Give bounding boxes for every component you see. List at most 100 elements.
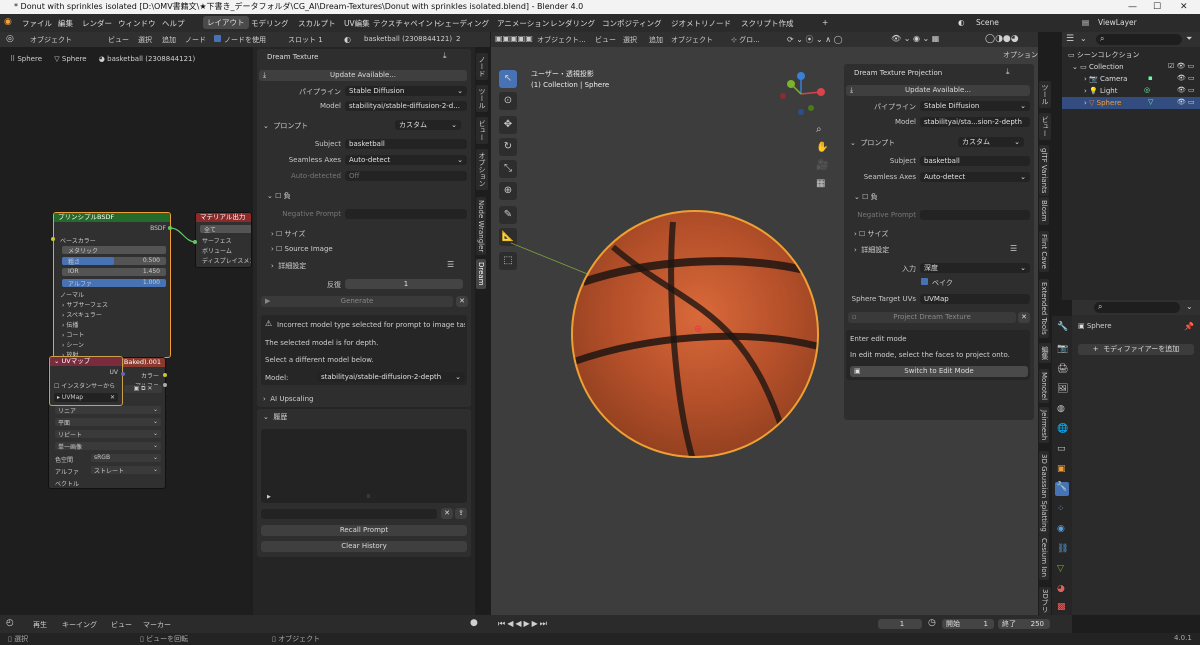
projection-download-icon[interactable]: ⤓ [1006, 67, 1010, 77]
tab-options[interactable]: オプション [476, 149, 488, 190]
projection-subject-input[interactable]: basketball [920, 156, 1030, 166]
extension-dropdown[interactable]: リピート ⌄ [55, 430, 161, 439]
material-output-node[interactable]: マテリアル出力 全て サーフェス ボリューム ディスプレイスメント [195, 212, 252, 268]
history-header[interactable]: ⌄ 履歴 [263, 412, 287, 422]
viewport-add-menu[interactable]: 追加 [649, 35, 663, 45]
viewport-select-menu[interactable]: 選択 [623, 35, 637, 45]
tab-node-wrangler[interactable]: Node Wrangler [476, 197, 486, 256]
playback-controls[interactable]: ⏮◀◀▶▶⏭ [498, 619, 549, 629]
vp-tab-view[interactable]: ビュー [1039, 113, 1051, 140]
tab-dream[interactable]: Dream [476, 259, 486, 289]
blender-logo-icon[interactable]: ◉ [4, 17, 12, 27]
workspace-tab[interactable]: モデリング [251, 18, 289, 29]
ai-upscaling-panel[interactable]: › AI Upscaling [257, 391, 471, 407]
collection-properties-icon[interactable]: ▭ [1057, 444, 1066, 454]
transmission-panel[interactable]: › 伝播 [62, 320, 78, 329]
negative-section[interactable]: ⌄ ☐ 負 [267, 191, 291, 201]
editor-type-icon[interactable]: ◎ [6, 34, 14, 44]
view-layer-icon[interactable]: 🖼 [1057, 384, 1068, 394]
menu-item[interactable]: レンダー [82, 18, 112, 29]
vp-tab-jeirmesh[interactable]: Jeirmesh [1039, 407, 1049, 444]
vp-tab-flint[interactable]: Flint Cave [1039, 231, 1049, 272]
outliner-funnel-icon[interactable]: ⏷ [1186, 34, 1192, 44]
workspace-tab[interactable]: UV編集 [344, 18, 370, 29]
uv-output-socket[interactable] [121, 372, 125, 376]
interpolation-dropdown[interactable]: リニア ⌄ [55, 406, 161, 415]
output-properties-icon[interactable]: 🖨 [1057, 364, 1068, 374]
3d-viewport[interactable]: ▣▣▣▣▣ オブジェクト... ビュー 選択 追加 オブジェクト ⊹ グロ...… [491, 32, 1038, 615]
use-nodes-checkbox[interactable] [214, 35, 221, 42]
light-data-icon[interactable]: ◎ [1144, 86, 1150, 94]
properties-options-icon[interactable]: ⌄ [1186, 302, 1193, 311]
principled-bsdf-node[interactable]: プリンシプルBSDF BSDF ベースカラー メタリック 粗さ 0.500 IOR… [53, 212, 171, 358]
pin-icon[interactable]: 📌 [1184, 322, 1194, 331]
workspace-tab[interactable]: レイアウト [203, 16, 249, 29]
negative-prompt-input[interactable] [345, 209, 467, 219]
history-list[interactable]: ▶ ⦙⦙⦙ [261, 429, 467, 503]
scene-properties-icon[interactable]: ◍ [1057, 404, 1065, 414]
menu-item[interactable]: ウィンドウ [118, 18, 156, 29]
current-frame-field[interactable]: 1 [878, 619, 922, 629]
viewport-object-menu[interactable]: オブジェクト [671, 35, 713, 45]
workspace-tab[interactable]: スカルプト [298, 18, 336, 29]
projection-seamless-dropdown[interactable]: Auto-detect ⌄ [920, 172, 1030, 182]
minimize-button[interactable]: — [1128, 0, 1137, 14]
ior-slider[interactable]: IOR 1.450 [62, 268, 166, 276]
texture-properties-icon[interactable]: ▩ [1057, 602, 1066, 612]
viewport-view-menu[interactable]: ビュー [595, 35, 616, 45]
node-menu[interactable]: ノード [185, 35, 206, 45]
history-search-input[interactable] [261, 509, 437, 519]
overlay-icons[interactable]: 👁 ⌄ ◉ ⌄ ▦ [891, 34, 939, 43]
outliner-filter-icon[interactable]: ⌄ [1080, 34, 1087, 43]
tab-view[interactable]: ビュー [476, 117, 488, 144]
projection-negative-section[interactable]: ⌄ ☐ 負 [854, 192, 878, 202]
projection-negative-input[interactable] [920, 210, 1030, 220]
menu-item[interactable]: ファイル [22, 18, 52, 29]
outliner-light[interactable]: › 💡 Light [1084, 85, 1117, 97]
cancel-project-button[interactable]: ✕ [1018, 312, 1030, 323]
workspace-tab[interactable]: コンポジティング [602, 18, 662, 29]
bsdf-output-socket[interactable] [168, 226, 172, 230]
download-icon[interactable]: ⤓ [443, 51, 447, 61]
mode-dropdown[interactable]: オブジェクト [30, 35, 98, 45]
surface-socket[interactable] [193, 240, 197, 244]
history-export-icon[interactable]: ⇪ [455, 508, 467, 519]
workspace-tab[interactable]: スクリプト作成 [741, 18, 794, 29]
recall-prompt-button[interactable]: Recall Prompt [261, 525, 467, 536]
color-output-socket[interactable] [163, 373, 167, 377]
update-available-button[interactable]: ⤓ Update Available... [259, 70, 467, 81]
iterations-field[interactable]: 1 [345, 279, 463, 289]
view-layer-selector[interactable]: ViewLayer [1098, 18, 1137, 27]
object-properties-icon[interactable]: ▣ [1057, 464, 1066, 474]
projection-advanced-section[interactable]: › 詳細設定 [854, 245, 889, 255]
base-color-socket[interactable] [51, 237, 55, 241]
scene-selector[interactable]: Scene [976, 18, 999, 27]
camera-data-icon[interactable]: ▪ [1148, 74, 1153, 82]
pan-hand-icon[interactable]: ✋ [816, 142, 828, 153]
material-properties-icon[interactable]: ◕ [1057, 584, 1065, 594]
alpha-mode-dropdown[interactable]: ストレート ⌄ [91, 466, 161, 475]
tab-tool[interactable]: ツール [476, 85, 488, 112]
sheen-panel[interactable]: › シーン [62, 340, 84, 349]
transform-orientation-dropdown[interactable]: ⊹ グロ... [731, 35, 760, 45]
viewport-mode-dropdown[interactable]: オブジェクト... [537, 35, 593, 45]
vp-tab-tool[interactable]: ツール [1039, 81, 1051, 108]
bake-checkbox[interactable] [921, 278, 928, 285]
add-modifier-button[interactable]: + モディファイアーを追加 [1078, 344, 1194, 355]
projection-prompt-header[interactable]: ⌄ プロンプト [850, 138, 895, 148]
vp-tab-edit[interactable]: 編集 [1039, 343, 1051, 363]
shading-mode-icons[interactable]: ◯◑●◕ [985, 34, 1019, 44]
alpha-output-socket[interactable] [163, 383, 167, 387]
projection-pipeline-dropdown[interactable]: Stable Diffusion ⌄ [920, 101, 1030, 111]
workspace-tab[interactable]: レンダリング [550, 18, 595, 29]
workspace-tab[interactable]: アニメーション [497, 18, 549, 29]
workspace-tab[interactable]: テクスチャペイント [373, 18, 440, 29]
snap-icons[interactable]: ⟳ ⌄ ⦿ ⌄ ∧ ◯ [787, 34, 843, 45]
material-name-field[interactable]: basketball (2308844121) [364, 35, 454, 43]
vp-tab-cesium[interactable]: Cesium Ion [1039, 535, 1049, 581]
navigation-gizmo[interactable] [779, 70, 825, 116]
vp-tab-blosm[interactable]: Blosm [1039, 197, 1049, 225]
cancel-generate-button[interactable]: ✕ [456, 296, 468, 307]
clear-history-button[interactable]: Clear History [261, 541, 467, 552]
coat-panel[interactable]: › コート [62, 330, 84, 339]
